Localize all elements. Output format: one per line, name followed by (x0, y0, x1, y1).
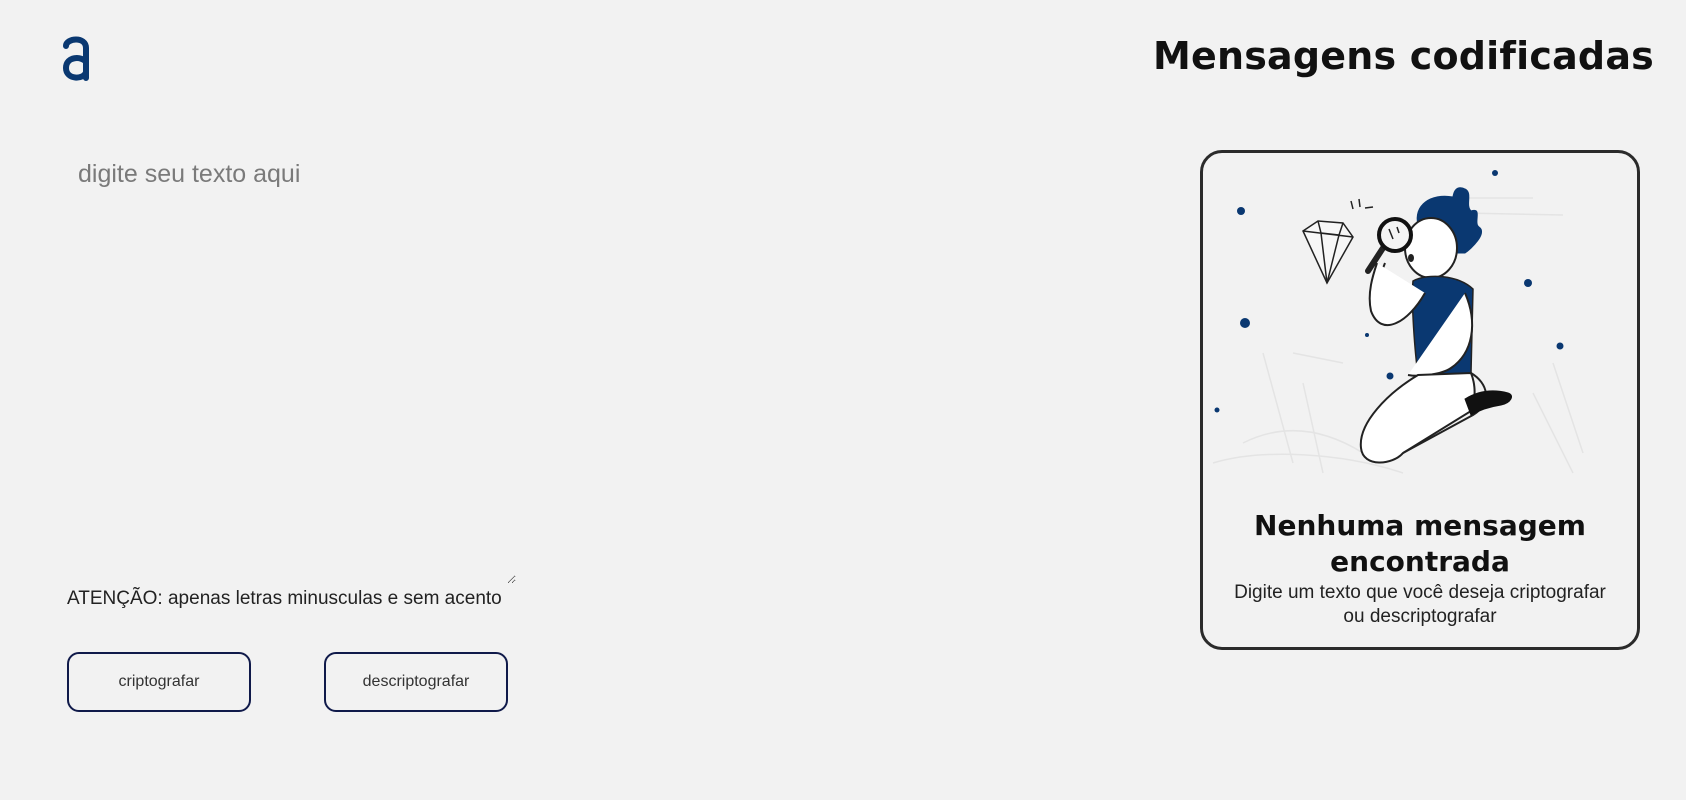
empty-state-subtitle: Digite um texto que você deseja criptogr… (1234, 582, 1606, 627)
encrypt-button[interactable]: criptografar (67, 652, 251, 712)
output-panel: Nenhuma mensagem encontrada Digite um te… (1200, 150, 1640, 650)
page: Mensagens codificadas ATENÇÃO: apenas le… (0, 0, 1686, 800)
page-title: Mensagens codificadas (1152, 34, 1654, 78)
decrypt-button[interactable]: descriptografar (324, 652, 508, 712)
alura-logo-icon[interactable] (60, 32, 92, 84)
message-input[interactable] (78, 160, 516, 584)
empty-state-title: Nenhuma mensagem encontrada (1254, 509, 1586, 578)
input-warning: ATENÇÃO: apenas letras minusculas e sem … (67, 588, 502, 609)
person-magnifier-illustration (1212, 170, 1584, 474)
